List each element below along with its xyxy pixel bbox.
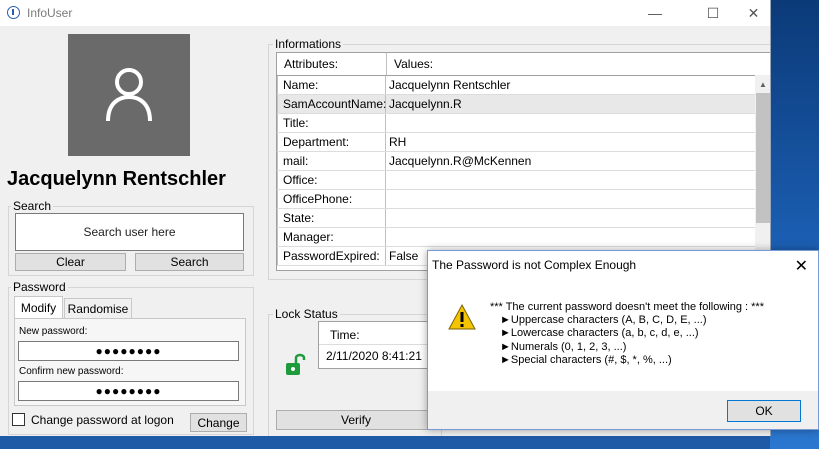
table-row[interactable]: mail: Jacquelynn.R@McKennen — [277, 152, 755, 171]
value-cell — [386, 190, 755, 208]
dialog-footer: OK — [428, 391, 818, 429]
change-at-logon-checkbox[interactable] — [12, 413, 25, 426]
dialog-line-numerals: ►Numerals (0, 1, 2, 3, ...) — [500, 340, 627, 353]
dialog-close-button[interactable]: ✕ — [795, 256, 808, 276]
lock-time-value: 2/11/2020 8:41:21 — [326, 349, 422, 363]
attribute-cell: Title: — [277, 114, 386, 132]
verify-button[interactable]: Verify — [276, 410, 436, 430]
new-password-field[interactable]: ●●●●●●●● — [18, 341, 239, 361]
grid-vertical-scrollbar[interactable]: ▲ — [755, 75, 770, 270]
confirm-password-label: Confirm new password: — [19, 366, 124, 377]
dialog-title: The Password is not Complex Enough — [432, 258, 637, 272]
window-title: InfoUser — [27, 6, 73, 20]
app-info-icon — [7, 6, 20, 19]
table-row[interactable]: Department: RH — [277, 133, 755, 152]
dialog-line-special: ►Special characters (#, $, *, %, ...) — [500, 353, 672, 366]
change-at-logon-label: Change password at logon — [31, 413, 174, 427]
time-column-header: Time: — [330, 328, 360, 342]
value-cell: Jacquelynn.R@McKennen — [389, 154, 532, 168]
attribute-cell: Manager: — [277, 228, 386, 246]
dialog-line-uppercase: ►Uppercase characters (A, B, C, D, E, ..… — [500, 314, 707, 327]
scroll-up-arrow-icon[interactable]: ▲ — [759, 80, 767, 89]
value-cell — [386, 209, 755, 227]
user-display-name: Jacquelynn Rentschler — [7, 168, 226, 190]
password-legend: Password — [11, 280, 68, 294]
table-row[interactable]: Manager: — [277, 228, 755, 247]
column-header-values[interactable]: Values: — [387, 53, 755, 75]
ok-button[interactable]: OK — [727, 400, 801, 422]
list-divider — [319, 344, 432, 345]
dialog-line-header: *** The current password doesn't meet th… — [490, 301, 764, 313]
value-cell: RH — [389, 135, 407, 149]
attribute-cell: OfficePhone: — [277, 190, 386, 208]
lock-time-list[interactable]: Time: 2/11/2020 8:41:21 — [318, 321, 433, 369]
table-row[interactable]: OfficePhone: — [277, 190, 755, 209]
tab-modify[interactable]: Modify — [14, 296, 63, 318]
column-header-attributes[interactable]: Attributes: — [277, 53, 387, 75]
attribute-cell: SamAccountName: — [277, 95, 386, 113]
dialog-line-lowercase: ►Lowercase characters (a, b, c, d, e, ..… — [500, 327, 699, 340]
close-button[interactable]: ✕ — [737, 0, 770, 26]
attribute-cell: PasswordExpired: — [277, 247, 386, 265]
attribute-cell: Office: — [277, 171, 386, 189]
new-password-label: New password: — [19, 326, 88, 337]
attributes-grid[interactable]: Attributes: Values: Name: Jacquelynn Rent… — [276, 52, 770, 271]
password-complexity-dialog: The Password is not Complex Enough ✕ ***… — [427, 250, 819, 430]
tab-randomise[interactable]: Randomise — [64, 298, 132, 318]
attribute-cell: Name: — [277, 76, 386, 94]
maximize-button[interactable]: ☐ — [690, 0, 736, 26]
table-row[interactable]: Office: — [277, 171, 755, 190]
attribute-cell: mail: — [277, 152, 386, 170]
attribute-cell: State: — [277, 209, 386, 227]
value-cell: Jacquelynn Rentschler — [389, 78, 511, 92]
unlocked-padlock-icon — [284, 352, 306, 381]
search-input[interactable]: Search user here — [15, 213, 244, 251]
change-button[interactable]: Change — [190, 413, 247, 432]
table-row[interactable]: Name: Jacquelynn Rentschler — [277, 76, 755, 95]
search-legend: Search — [11, 199, 54, 213]
title-bar[interactable]: InfoUser — ☐ ✕ — [0, 0, 770, 26]
value-cell: Jacquelynn.R — [389, 97, 462, 111]
confirm-password-field[interactable]: ●●●●●●●● — [18, 381, 239, 401]
clear-button[interactable]: Clear — [15, 253, 126, 271]
search-button[interactable]: Search — [135, 253, 244, 271]
grid-header: Attributes: Values: — [277, 53, 755, 76]
value-cell — [386, 228, 755, 246]
lock-status-legend: Lock Status — [273, 307, 340, 321]
attribute-cell: Department: — [277, 133, 386, 151]
scrollbar-thumb[interactable] — [756, 93, 770, 223]
dialog-message: *** The current password doesn't meet th… — [490, 301, 764, 367]
warning-icon — [447, 303, 477, 334]
table-row[interactable]: SamAccountName: Jacquelynn.R — [277, 95, 755, 114]
informations-legend: Informations — [273, 37, 344, 51]
minimize-button[interactable]: — — [632, 0, 678, 26]
user-icon — [106, 68, 152, 122]
table-row[interactable]: Title: — [277, 114, 755, 133]
value-cell — [386, 114, 755, 132]
table-row[interactable]: State: — [277, 209, 755, 228]
avatar — [68, 34, 190, 156]
value-cell — [386, 171, 755, 189]
